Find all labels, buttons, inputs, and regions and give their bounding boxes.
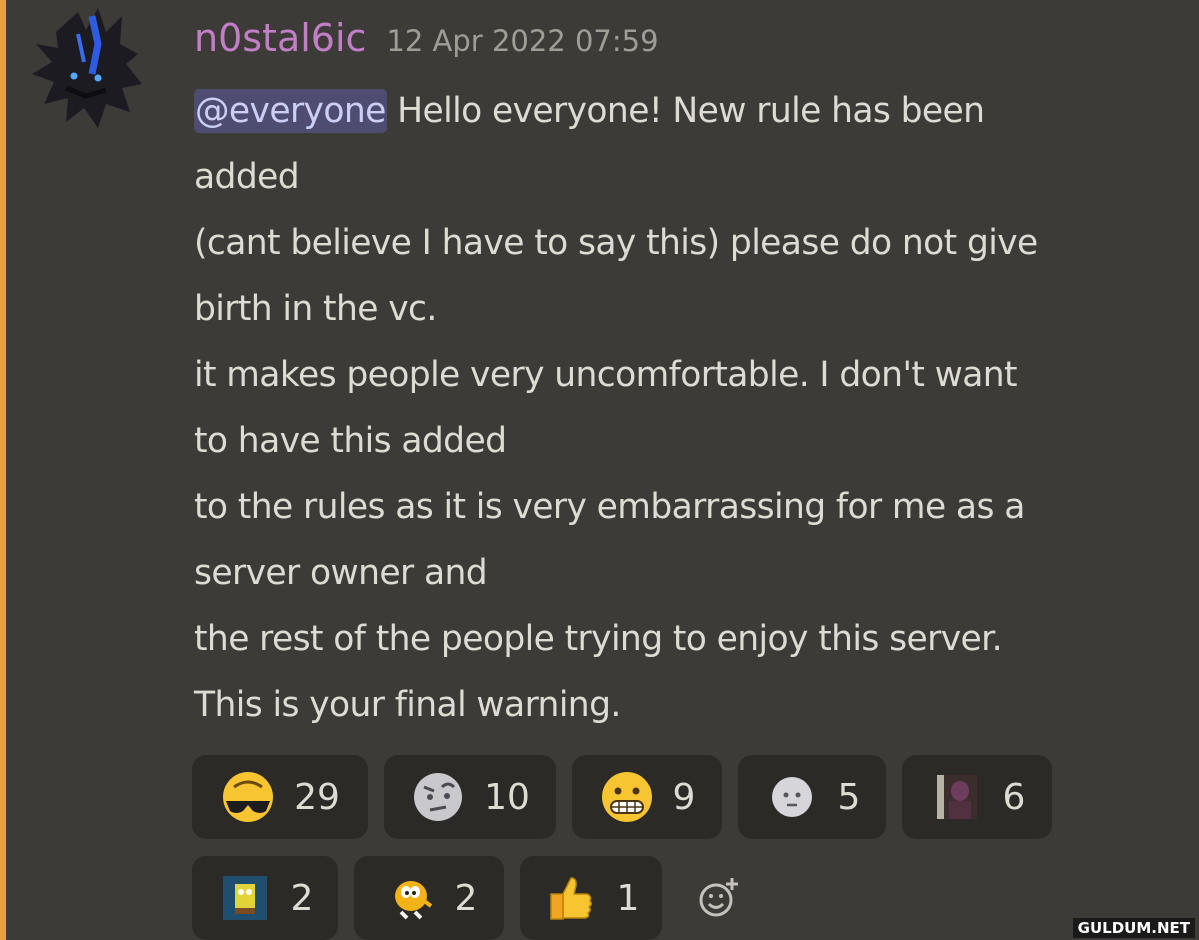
reaction-custom-sponge[interactable]: 2 bbox=[192, 856, 338, 940]
message-line: the rest of the people trying to enjoy t… bbox=[194, 619, 1003, 659]
message-line: added bbox=[194, 157, 300, 197]
reaction-count: 10 bbox=[484, 776, 530, 818]
username[interactable]: n0stal6ic bbox=[194, 16, 366, 60]
reaction-yellow-character[interactable]: 2 bbox=[354, 856, 504, 940]
message-line: birth in the vc. bbox=[194, 289, 437, 329]
add-reaction-icon[interactable] bbox=[688, 868, 748, 928]
yellow-character-emoji bbox=[381, 870, 437, 926]
message-body: @everyone Hello everyone! New rule has b… bbox=[194, 78, 1184, 738]
message-line: to have this added bbox=[194, 421, 507, 461]
message-line: it makes people very uncomfortable. I do… bbox=[194, 355, 1018, 395]
reaction-raised-eyebrow[interactable]: 10 bbox=[384, 755, 556, 839]
message-line: server owner and bbox=[194, 553, 488, 593]
message-header: n0stal6ic 12 Apr 2022 07:59 bbox=[194, 16, 659, 60]
custom-photo-emoji bbox=[929, 769, 985, 825]
grimacing-face-emoji bbox=[599, 769, 655, 825]
reaction-count: 6 bbox=[1002, 776, 1026, 818]
sunglasses-upside-down-emoji bbox=[220, 769, 276, 825]
reaction-grey-blank[interactable]: 5 bbox=[738, 755, 886, 839]
mention-highlight-bar bbox=[0, 0, 6, 940]
reaction-count: 1 bbox=[616, 877, 640, 919]
reaction-custom-photo[interactable]: 6 bbox=[902, 755, 1052, 839]
message-line: to the rules as it is very embarrassing … bbox=[194, 487, 1025, 527]
reaction-count: 29 bbox=[294, 776, 340, 818]
timestamp: 12 Apr 2022 07:59 bbox=[386, 24, 659, 58]
thumbs-up-emoji bbox=[543, 870, 599, 926]
message-line: This is your final warning. bbox=[194, 685, 621, 725]
reaction-sunglasses-upside-down[interactable]: 29 bbox=[192, 755, 368, 839]
reactions-row: 2 2 1 bbox=[192, 856, 748, 940]
reaction-count: 2 bbox=[454, 877, 478, 919]
message-line-text: Hello everyone! New rule has been bbox=[386, 91, 985, 131]
grey-blank-face-emoji bbox=[764, 769, 820, 825]
message-line: @everyone Hello everyone! New rule has b… bbox=[194, 78, 1184, 144]
raised-eyebrow-face-emoji bbox=[410, 769, 466, 825]
reaction-count: 2 bbox=[290, 877, 314, 919]
reaction-thumbs-up[interactable]: 1 bbox=[520, 856, 662, 940]
reactions-row: 29 10 9 5 6 bbox=[192, 755, 1068, 839]
custom-sponge-emoji bbox=[217, 870, 273, 926]
message-line: (cant believe I have to say this) please… bbox=[194, 223, 1038, 263]
reaction-grimacing[interactable]: 9 bbox=[572, 755, 722, 839]
avatar[interactable] bbox=[26, 4, 156, 129]
everyone-mention[interactable]: @everyone bbox=[194, 89, 387, 133]
reaction-count: 5 bbox=[837, 776, 861, 818]
watermark: GULDUM.NET bbox=[1072, 918, 1195, 938]
reaction-count: 9 bbox=[672, 776, 696, 818]
